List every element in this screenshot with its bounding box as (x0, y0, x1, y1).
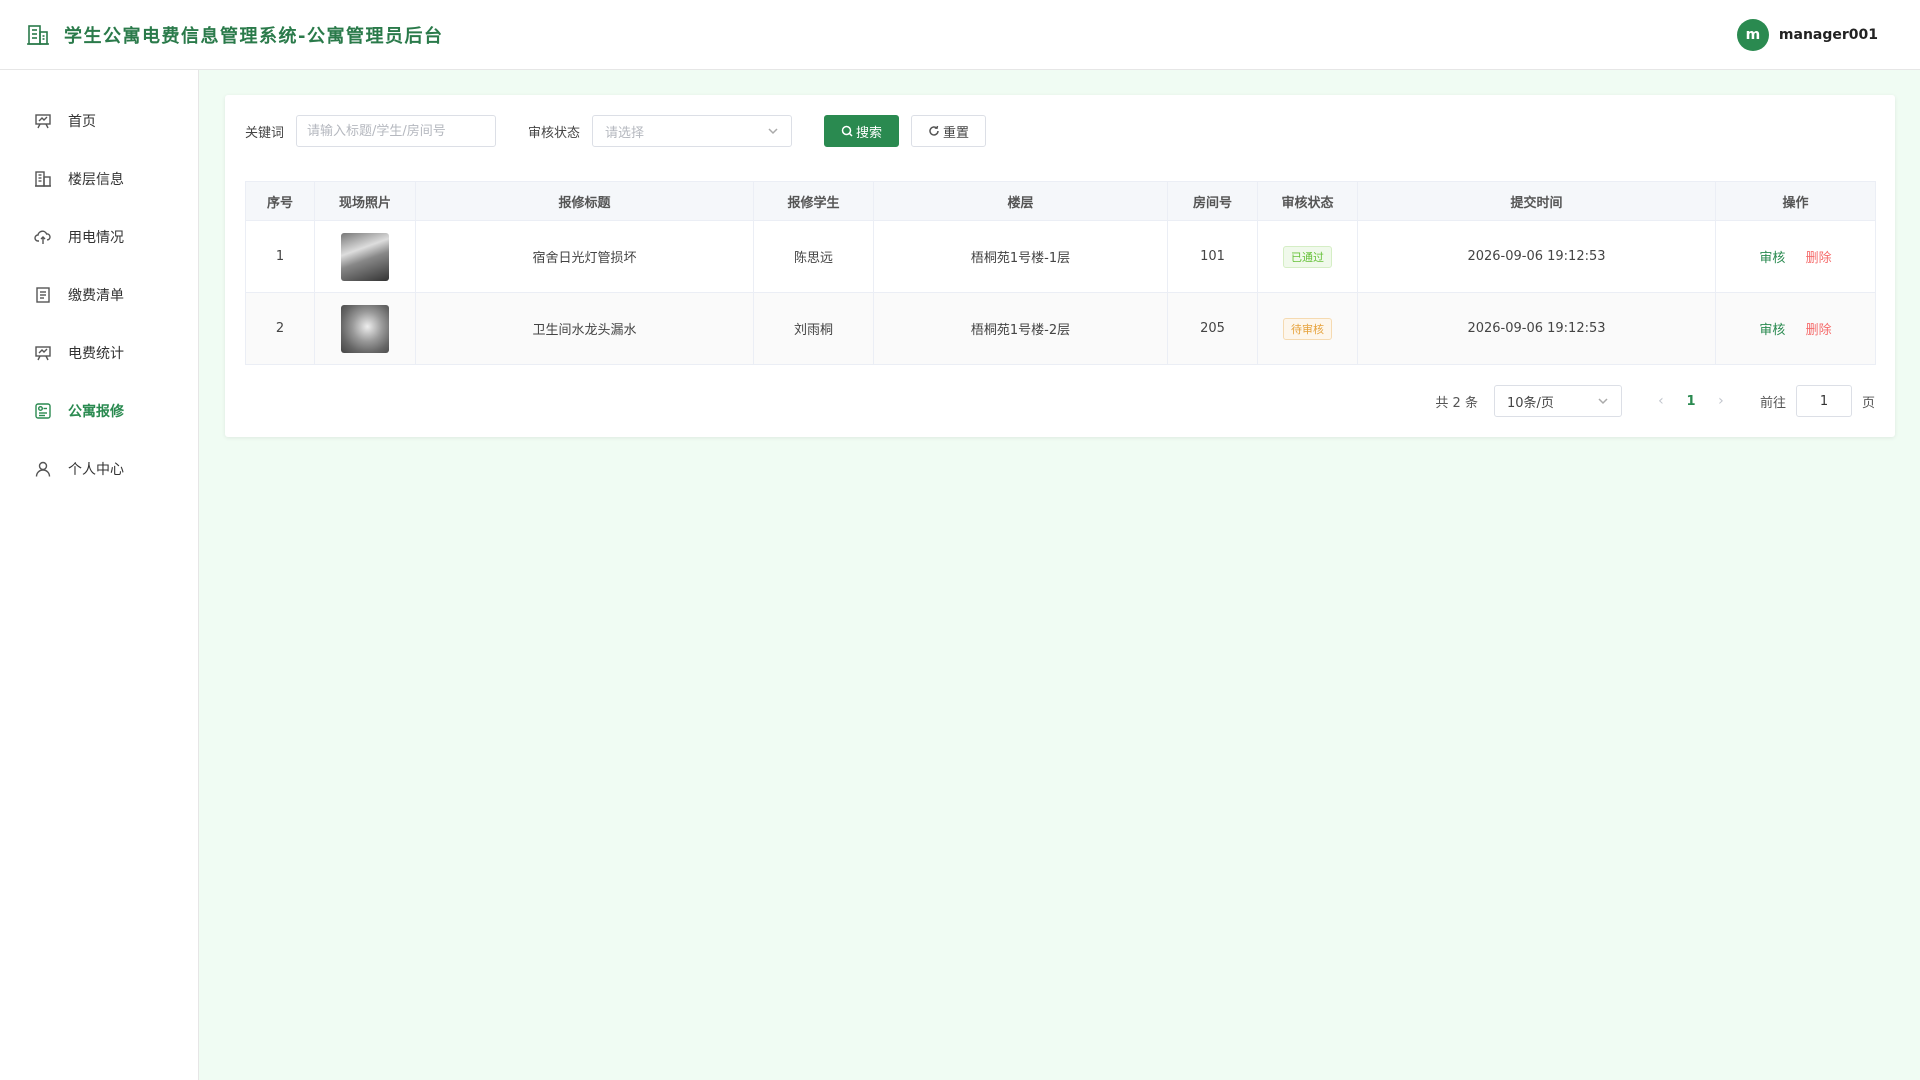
column-header: 房间号 (1167, 181, 1258, 221)
room-number: 205 (1167, 292, 1258, 365)
submit-time: 2026-09-06 19:12:53 (1357, 292, 1716, 365)
repair-title: 卫生间水龙头漏水 (415, 292, 754, 365)
user-icon (35, 461, 51, 477)
page-number-current[interactable]: 1 (1676, 394, 1706, 409)
sidebar-item-label: 首页 (68, 114, 96, 130)
keyword-label: 关键词 (245, 125, 285, 141)
brand: 学生公寓电费信息管理系统-公寓管理员后台 (26, 22, 443, 48)
sidebar-item-label: 公寓报修 (68, 404, 124, 420)
repair-title: 宿舍日光灯管损坏 (415, 220, 754, 293)
submit-time: 2026-09-06 19:12:53 (1357, 220, 1716, 293)
chevron-down-icon (1598, 398, 1608, 405)
sidebar-item-apartment-repair[interactable]: 公寓报修 (0, 382, 198, 440)
repair-photo-thumbnail[interactable] (341, 304, 389, 353)
repair-list-card: 关键词 审核状态 请选择 搜索 重置 序号 现场照片 报修标题 报修学生 楼层 (225, 95, 1895, 437)
sidebar-item-electricity-usage[interactable]: 用电情况 (0, 208, 198, 266)
dashboard-icon (35, 114, 51, 129)
status-label: 审核状态 (528, 125, 581, 141)
refresh-icon (929, 125, 939, 136)
sidebar-item-label: 用电情况 (68, 230, 124, 246)
actions-cell: 审核 删除 (1715, 220, 1876, 293)
page-size-select[interactable]: 10条/页 (1493, 385, 1622, 417)
list-icon (36, 287, 50, 303)
table-header-row: 序号 现场照片 报修标题 报修学生 楼层 房间号 审核状态 提交时间 操作 (245, 181, 1876, 221)
status-badge: 已通过 (1283, 245, 1332, 268)
table-row: 2 卫生间水龙头漏水 刘雨桐 梧桐苑1号楼-2层 205 待审核 2026-09… (245, 292, 1876, 365)
pagination: 共 2 条 10条/页 ‹ 1 › 前往 页 (245, 385, 1875, 417)
status-select[interactable]: 请选择 (592, 115, 793, 147)
row-index: 1 (245, 220, 315, 293)
keyword-input[interactable] (296, 115, 497, 147)
column-header: 楼层 (873, 181, 1168, 221)
app-title: 学生公寓电费信息管理系统-公寓管理员后台 (64, 25, 444, 47)
chevron-down-icon (768, 128, 778, 135)
column-header: 序号 (245, 181, 315, 221)
delete-button[interactable]: 删除 (1806, 323, 1832, 338)
column-header: 提交时间 (1357, 181, 1716, 221)
column-header: 报修学生 (753, 181, 874, 221)
floor: 梧桐苑1号楼-1层 (873, 220, 1168, 293)
goto-page-input[interactable] (1795, 385, 1852, 417)
sidebar-item-label: 电费统计 (68, 346, 124, 362)
repair-icon (35, 403, 51, 419)
audit-button[interactable]: 审核 (1759, 251, 1785, 266)
sidebar-item-label: 缴费清单 (68, 288, 124, 304)
avatar[interactable]: m (1736, 18, 1769, 51)
building-icon (35, 171, 51, 187)
column-header: 报修标题 (415, 181, 754, 221)
prev-page-button[interactable]: ‹ (1646, 393, 1676, 409)
column-header: 审核状态 (1257, 181, 1358, 221)
row-index: 2 (245, 292, 315, 365)
page-size-value: 10条/页 (1506, 395, 1554, 411)
goto-label: 前往 (1759, 395, 1786, 411)
status-cell: 待审核 (1257, 292, 1358, 365)
repair-student: 陈思远 (753, 220, 874, 293)
reset-button-label: 重置 (943, 125, 970, 141)
user-menu[interactable]: m manager001 (1736, 18, 1878, 51)
filter-bar: 关键词 审核状态 请选择 搜索 重置 (245, 115, 1875, 147)
sidebar-item-home[interactable]: 首页 (0, 92, 198, 150)
status-cell: 已通过 (1257, 220, 1358, 293)
sidebar: 首页 楼层信息 用电情况 缴费清单 电费统计 公寓报修 个人中心 (0, 70, 199, 1080)
sidebar-item-label: 楼层信息 (68, 172, 124, 188)
delete-button[interactable]: 删除 (1806, 251, 1832, 266)
cloud-upload-icon (34, 230, 51, 244)
status-select-placeholder: 请选择 (605, 125, 645, 141)
search-button[interactable]: 搜索 (824, 115, 900, 147)
chart-board-icon (35, 346, 51, 361)
status-badge: 待审核 (1283, 317, 1332, 340)
search-button-label: 搜索 (856, 125, 883, 141)
repair-table: 序号 现场照片 报修标题 报修学生 楼层 房间号 审核状态 提交时间 操作 1 … (245, 181, 1876, 365)
audit-button[interactable]: 审核 (1759, 323, 1785, 338)
sidebar-item-personal-center[interactable]: 个人中心 (0, 440, 198, 498)
username[interactable]: manager001 (1779, 27, 1878, 43)
repair-photo-thumbnail[interactable] (341, 232, 389, 281)
search-icon (841, 125, 853, 137)
building-logo-icon (27, 24, 49, 45)
photo-cell (314, 292, 416, 365)
room-number: 101 (1167, 220, 1258, 293)
photo-cell (314, 220, 416, 293)
repair-student: 刘雨桐 (753, 292, 874, 365)
top-header: 学生公寓电费信息管理系统-公寓管理员后台 m manager001 (0, 0, 1920, 70)
sidebar-item-payment-list[interactable]: 缴费清单 (0, 266, 198, 324)
actions-cell: 审核 删除 (1715, 292, 1876, 365)
table-row: 1 宿舍日光灯管损坏 陈思远 梧桐苑1号楼-1层 101 已通过 2026-09… (245, 220, 1876, 293)
floor: 梧桐苑1号楼-2层 (873, 292, 1168, 365)
reset-button[interactable]: 重置 (911, 115, 987, 147)
total-count: 共 2 条 (1435, 395, 1478, 411)
sidebar-item-label: 个人中心 (68, 462, 124, 478)
column-header: 现场照片 (314, 181, 416, 221)
sidebar-item-floor-info[interactable]: 楼层信息 (0, 150, 198, 208)
next-page-button[interactable]: › (1706, 393, 1736, 409)
sidebar-item-fee-statistics[interactable]: 电费统计 (0, 324, 198, 382)
page-unit-label: 页 (1861, 395, 1875, 411)
column-header: 操作 (1715, 181, 1876, 221)
